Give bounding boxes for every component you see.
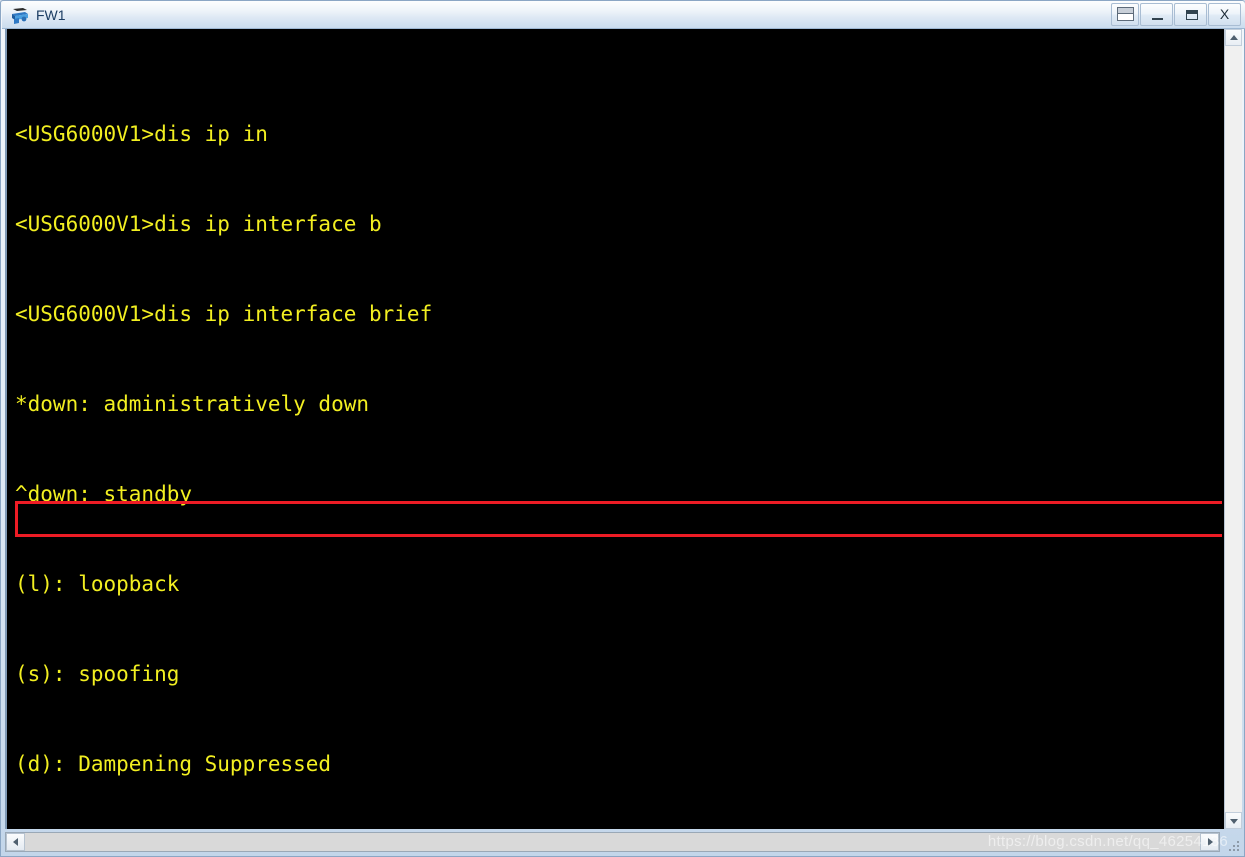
scroll-down-button[interactable] [1225, 812, 1242, 829]
title-bar-left: FW1 [10, 4, 66, 26]
terminal-line: (l): loopback [15, 572, 180, 596]
maximize-icon [1186, 10, 1198, 20]
vertical-scrollbar[interactable] [1224, 29, 1242, 829]
terminal-line: <USG6000V1>dis ip in [15, 122, 268, 146]
chevron-left-icon [12, 838, 18, 846]
terminal-line: *down: administratively down [15, 392, 370, 416]
restore-down-button[interactable] [1111, 3, 1139, 26]
watermark-text: https://blog.csdn.net/qq_46254136 [987, 833, 1228, 850]
terminal-line: <USG6000V1>dis ip interface brief [15, 302, 433, 326]
window-controls: X [1110, 3, 1241, 26]
chevron-up-icon [1229, 34, 1238, 40]
close-icon: X [1219, 6, 1230, 22]
maximize-button[interactable] [1174, 3, 1207, 26]
terminal-output[interactable]: <USG6000V1>dis ip in <USG6000V1>dis ip i… [7, 29, 1222, 829]
title-bar[interactable]: FW1 X [2, 1, 1245, 29]
close-button[interactable]: X [1208, 3, 1241, 26]
terminal-line: ^down: standby [15, 482, 193, 506]
fw1-window: FW1 X <USG6000V1>dis ip in <USG6000V1>di… [0, 0, 1245, 857]
firewall-icon [10, 6, 30, 25]
terminal-line: (d): Dampening Suppressed [15, 752, 332, 776]
minimize-icon [1152, 18, 1163, 20]
minimize-button[interactable] [1140, 3, 1173, 26]
terminal-frame: <USG6000V1>dis ip in <USG6000V1>dis ip i… [5, 29, 1242, 829]
scroll-left-button[interactable] [6, 833, 25, 851]
chevron-down-icon [1229, 818, 1238, 824]
restore-icon [1117, 7, 1134, 21]
resize-grip[interactable] [1227, 839, 1241, 853]
window-title: FW1 [36, 6, 66, 23]
terminal-text-block: <USG6000V1>dis ip in <USG6000V1>dis ip i… [15, 29, 685, 829]
terminal-line: (s): spoofing [15, 662, 180, 686]
terminal-line: <USG6000V1>dis ip interface b [15, 212, 382, 236]
scroll-up-button[interactable] [1225, 29, 1242, 46]
